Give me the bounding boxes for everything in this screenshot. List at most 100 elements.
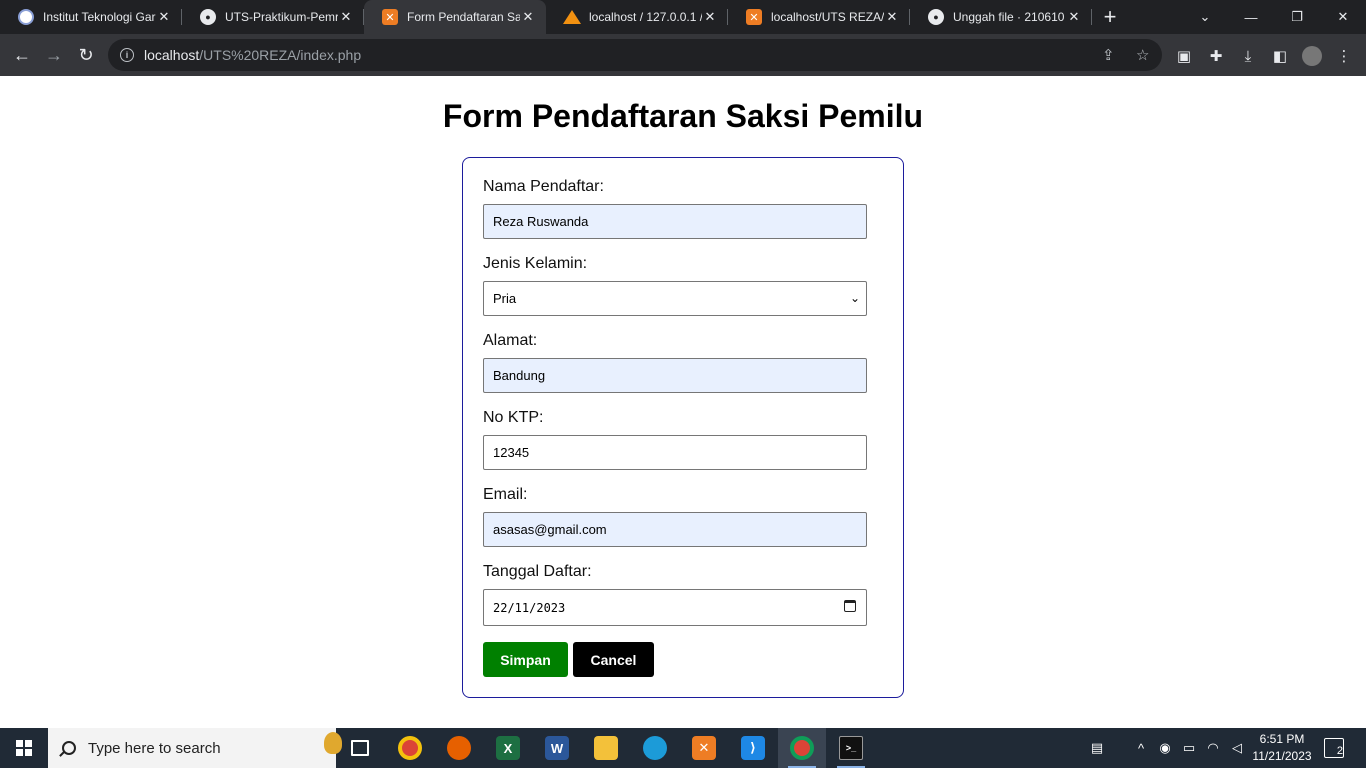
ktp-label: No KTP: [483,409,544,426]
system-clock[interactable]: 6:51 PM 11/21/2023 [1246,731,1318,765]
email-input[interactable]: asasas@gmail.com [483,512,867,547]
tab-strip: Institut Teknologi Gar ✕ ● UTS-Praktikum… [0,0,1366,34]
tab-github-uts[interactable]: ● UTS-Praktikum-Pemro ✕ [182,0,364,34]
tanggal-label: Tanggal Daftar: [483,563,592,580]
bookmark-star-icon[interactable]: ☆ [1136,46,1149,64]
taskbar-edge[interactable] [631,728,679,768]
url-text[interactable]: localhost/UTS%20REZA/index.php [144,47,361,63]
registration-form: Nama Pendaftar: Reza Ruswanda Jenis Kela… [462,157,904,698]
battery-icon[interactable]: ▭ [1180,728,1198,768]
tab-title: Unggah file · 210610 [953,10,1065,24]
phpmyadmin-icon [563,9,581,25]
share-icon[interactable]: ⇪ [1102,46,1115,64]
back-button[interactable]: ← [6,39,38,71]
close-icon[interactable]: ✕ [338,9,354,25]
page-title: Form Pendaftaran Saksi Pemilu [442,98,924,134]
terminal-icon: >_ [839,736,863,760]
xampp-icon: ✕ [382,9,398,25]
tab-title: UTS-Praktikum-Pemro [225,10,338,24]
browser-toolbar: ← → ↻ i localhost/UTS%20REZA/index.php ⇪… [0,34,1366,76]
forward-button[interactable]: → [38,39,70,71]
itg-icon [18,9,34,25]
minimize-button[interactable]: — [1228,0,1274,34]
tab-search-icon[interactable]: ⌄ [1182,0,1228,34]
restore-button[interactable]: ❐ [1274,0,1320,34]
side-panel-icon[interactable]: ◧ [1270,46,1290,66]
notifications-icon[interactable]: 2 [1324,738,1344,758]
url-path: /UTS%20REZA/index.php [199,47,362,63]
reload-button[interactable]: ↻ [70,39,102,71]
tab-itg[interactable]: Institut Teknologi Gar ✕ [0,0,182,34]
clock-time: 6:51 PM [1259,732,1305,746]
ktp-input[interactable]: 12345 [483,435,867,470]
tab-github-unggah[interactable]: ● Unggah file · 210610 ✕ [910,0,1092,34]
close-window-button[interactable]: ✕ [1320,0,1366,34]
puzzle-extensions-icon[interactable]: ✚ [1206,46,1226,66]
task-view-button[interactable] [336,728,384,768]
menu-dots-icon[interactable]: ⋮ [1334,46,1354,66]
chevron-down-icon: ⌄ [849,291,860,305]
taskbar-file-explorer[interactable] [582,728,630,768]
tanggal-value: 22/11/2023 [493,600,566,615]
tab-title: localhost/UTS REZA/i [771,10,884,24]
profile-avatar[interactable] [1302,46,1322,66]
tab-form-pendaftaran[interactable]: ✕ Form Pendaftaran Sak ✕ [364,0,546,34]
close-icon[interactable]: ✕ [520,9,536,25]
close-icon[interactable]: ✕ [702,9,718,25]
new-tab-button[interactable]: + [1092,0,1128,34]
tab-localhost-uts[interactable]: ✕ localhost/UTS REZA/i ✕ [728,0,910,34]
url-host: localhost [144,47,200,63]
firefox-icon [447,736,471,760]
page-content: Form Pendaftaran Saksi Pemilu Nama Penda… [0,76,1366,728]
taskbar-search[interactable]: Type here to search [48,728,342,768]
tab-title: Institut Teknologi Gar [43,10,156,24]
taskbar-excel[interactable]: X [484,728,532,768]
xampp-icon: ✕ [692,736,716,760]
vscode-icon: ⟩ [741,736,765,760]
folder-icon [594,736,618,760]
alamat-input[interactable]: Bandung [483,358,867,393]
close-icon[interactable]: ✕ [1066,9,1082,25]
cancel-button[interactable]: Cancel [573,642,654,677]
address-bar[interactable]: i localhost/UTS%20REZA/index.php ⇪ ☆ [108,39,1162,71]
taskbar-chrome-running[interactable] [778,728,826,768]
wifi-icon[interactable]: ◠ [1204,728,1222,768]
nama-input[interactable]: Reza Ruswanda [483,204,867,239]
news-widget-icon[interactable]: ▤ [1084,728,1110,768]
taskbar-firefox[interactable] [435,728,483,768]
tab-title: localhost / 127.0.0.1 / [589,10,702,24]
nama-label: Nama Pendaftar: [483,178,604,195]
alamat-value: Bandung [493,368,546,383]
search-placeholder: Type here to search [88,739,221,757]
taskbar-xampp[interactable]: ✕ [680,728,728,768]
start-button[interactable] [0,728,48,768]
github-icon: ● [928,9,944,25]
chevron-up-icon[interactable]: ^ [1132,728,1150,768]
nama-value: Reza Ruswanda [493,214,589,229]
close-icon[interactable]: ✕ [156,9,172,25]
volume-icon[interactable]: ◁ [1228,728,1246,768]
download-icon[interactable]: ⤓ [1238,46,1258,66]
info-icon[interactable]: i [120,48,134,62]
taskbar-vscode[interactable]: ⟩ [729,728,777,768]
extension-icon[interactable]: ▣ [1174,46,1194,66]
taskbar-terminal[interactable]: >_ [827,728,875,768]
simpan-button[interactable]: Simpan [483,642,568,677]
email-label: Email: [483,486,528,503]
chrome-icon [398,736,422,760]
email-value: asasas@gmail.com [493,522,607,537]
jenis-kelamin-value: Pria [493,291,517,306]
task-view-icon [351,740,369,756]
xampp-icon: ✕ [746,9,762,25]
close-icon[interactable]: ✕ [884,9,900,25]
meet-now-icon[interactable]: ◉ [1156,728,1174,768]
taskbar-word[interactable]: W [533,728,581,768]
notification-count: 2 [1336,745,1343,757]
windows-logo-icon [16,740,32,756]
taskbar-chrome[interactable] [386,728,434,768]
excel-icon: X [496,736,520,760]
calendar-icon[interactable] [844,600,856,612]
tanggal-date-input[interactable]: 22/11/2023 [483,589,867,626]
tab-phpmyadmin[interactable]: localhost / 127.0.0.1 / ✕ [546,0,728,34]
jenis-kelamin-select[interactable]: Pria ⌄ [483,281,867,316]
